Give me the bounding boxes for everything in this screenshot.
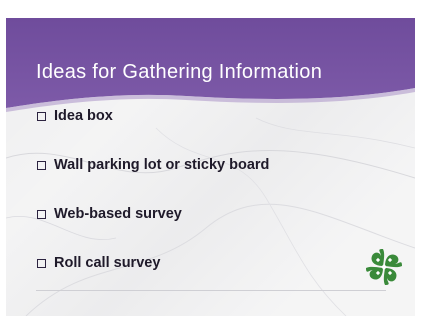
idea-list: Idea box Wall parking lot or sticky boar… — [37, 106, 397, 302]
empty-checkbox-icon — [37, 112, 46, 121]
slide-title: Ideas for Gathering Information — [36, 61, 323, 83]
bottom-divider — [36, 290, 386, 291]
list-item: Web-based survey — [37, 204, 397, 253]
list-item-label: Wall parking lot or sticky board — [54, 157, 270, 173]
slide: Ideas for Gathering Information Idea box… — [6, 18, 415, 316]
list-item-label: Roll call survey — [54, 255, 161, 271]
empty-checkbox-icon — [37, 161, 46, 170]
empty-checkbox-icon — [37, 210, 46, 219]
four-leaf-clover-icon — [366, 249, 402, 285]
list-item: Wall parking lot or sticky board — [37, 155, 397, 204]
title-bar: Ideas for Gathering Information — [6, 18, 415, 114]
empty-checkbox-icon — [37, 259, 46, 268]
top-margin — [0, 0, 421, 18]
list-item: Idea box — [37, 106, 397, 155]
list-item-label: Idea box — [54, 108, 113, 124]
list-item-label: Web-based survey — [54, 206, 182, 222]
list-item: Roll call survey — [37, 253, 397, 302]
